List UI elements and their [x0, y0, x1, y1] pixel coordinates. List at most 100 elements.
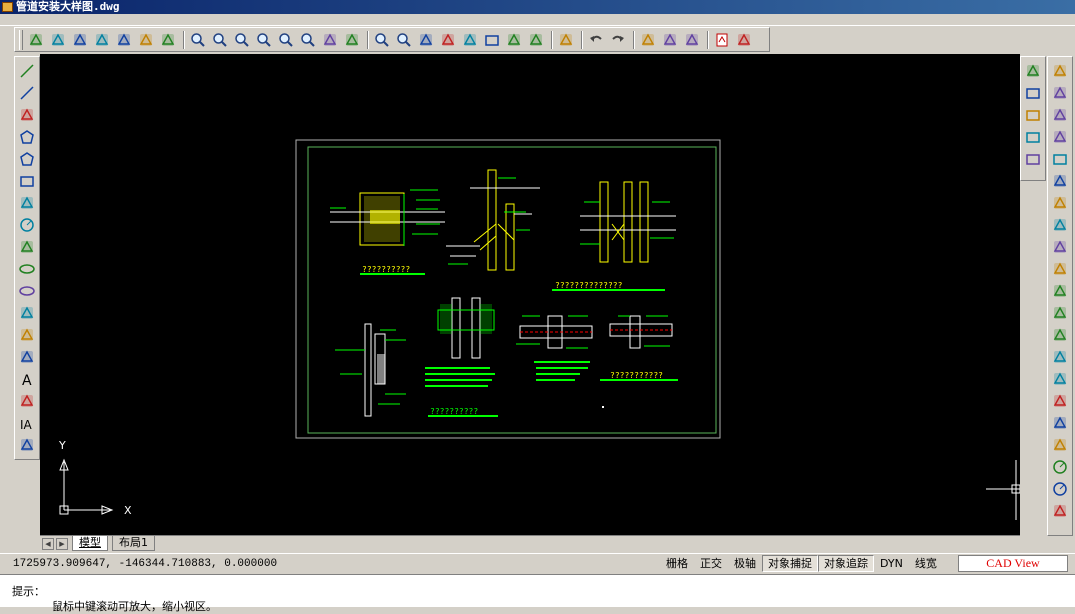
layer-move-icon[interactable]: [1023, 127, 1043, 147]
mode-toggle-2[interactable]: 极轴: [728, 555, 762, 572]
offset-icon[interactable]: [1050, 171, 1070, 191]
undo-icon[interactable]: [586, 30, 606, 50]
ellipse-arc-icon[interactable]: [17, 281, 37, 301]
pencil-icon[interactable]: [504, 30, 524, 50]
toolbar-separator: [707, 30, 709, 49]
rectangle-icon[interactable]: [17, 171, 37, 191]
open-folder-icon[interactable]: [70, 30, 90, 50]
title-bar: 管道安装大样图.dwg: [0, 0, 1075, 14]
print-icon[interactable]: [638, 30, 658, 50]
line-icon[interactable]: [17, 61, 37, 81]
detail-horizontal-sleeve: [516, 315, 593, 381]
array-icon[interactable]: [1050, 193, 1070, 213]
save-icon[interactable]: [114, 30, 134, 50]
point-icon[interactable]: [17, 303, 37, 323]
dim-diameter-icon[interactable]: [1050, 479, 1070, 499]
region-icon[interactable]: [1050, 149, 1070, 169]
detail-double-riser: [552, 181, 676, 291]
circle-icon[interactable]: [17, 215, 37, 235]
chamfer-icon[interactable]: [1050, 369, 1070, 389]
hatch-icon[interactable]: [17, 391, 37, 411]
copy-object-icon[interactable]: [1050, 83, 1070, 103]
pen-icon[interactable]: [438, 30, 458, 50]
new-file-icon[interactable]: [26, 30, 46, 50]
xline-icon[interactable]: [17, 83, 37, 103]
zoom-in-icon[interactable]: [372, 30, 392, 50]
caption-3: ???????????: [610, 371, 663, 380]
command-area[interactable]: 提示： 鼠标中键滚动可放大，缩小视区。: [0, 574, 1075, 613]
tab-next-button[interactable]: ▶: [56, 537, 68, 550]
rotate-icon[interactable]: [1050, 127, 1070, 147]
mirror-icon[interactable]: [1050, 215, 1070, 235]
pencil-edit-icon[interactable]: [1050, 61, 1070, 81]
layers-icon[interactable]: [482, 30, 502, 50]
explode-icon[interactable]: [1050, 347, 1070, 367]
polygon-icon[interactable]: [17, 127, 37, 147]
mode-toggle-0[interactable]: 栅格: [660, 555, 694, 572]
text-icon[interactable]: A: [17, 369, 37, 389]
tab-layout1[interactable]: 布局1: [112, 536, 155, 551]
join-icon[interactable]: [1050, 391, 1070, 411]
break-icon[interactable]: [1050, 303, 1070, 323]
coordinate-readout: 1725973.909647, -146344.710883, 0.000000: [13, 558, 278, 570]
table-icon[interactable]: [17, 435, 37, 455]
ellipse-icon[interactable]: [17, 259, 37, 279]
erase-icon[interactable]: [556, 30, 576, 50]
cut-icon[interactable]: [136, 30, 156, 50]
dim-angular-icon[interactable]: [1050, 501, 1070, 521]
mode-toggle-3[interactable]: 对象捕捉: [762, 555, 818, 572]
brush-icon[interactable]: [342, 30, 362, 50]
polyline-icon[interactable]: [17, 105, 37, 125]
extend-icon[interactable]: [1050, 325, 1070, 345]
properties-icon[interactable]: [526, 30, 546, 50]
dim-radius-icon[interactable]: [1050, 457, 1070, 477]
toolbar-separator: [367, 30, 369, 49]
mode-toggle-5[interactable]: DYN: [874, 555, 909, 572]
redo-icon[interactable]: [608, 30, 628, 50]
dim-linear-icon[interactable]: [1050, 413, 1070, 433]
window-title: 管道安装大样图.dwg: [16, 0, 120, 13]
draw-toolbar: A IA: [14, 56, 40, 460]
pdf-icon[interactable]: [712, 30, 732, 50]
toolbar-grip[interactable]: [19, 29, 23, 50]
dim-aligned-icon[interactable]: [1050, 435, 1070, 455]
app-icon: [2, 2, 13, 12]
tab-prev-button[interactable]: ◀: [42, 537, 54, 550]
stretch-icon[interactable]: [1050, 237, 1070, 257]
move-icon[interactable]: [1050, 105, 1070, 125]
image-icon[interactable]: [734, 30, 754, 50]
mode-toggle-1[interactable]: 正交: [694, 555, 728, 572]
arc-icon[interactable]: [17, 193, 37, 213]
caption-2: ??????????????: [555, 281, 623, 290]
zoom-window-icon[interactable]: [188, 30, 208, 50]
drawing-canvas[interactable]: ?????????? ?????????????? ??????????? ??…: [40, 54, 1020, 535]
mode-toggle-4[interactable]: 对象追踪: [818, 555, 874, 572]
zoom-previous-icon[interactable]: [276, 30, 296, 50]
open-file-icon[interactable]: [48, 30, 68, 50]
make-block-icon[interactable]: [17, 347, 37, 367]
insert-block-icon[interactable]: [17, 325, 37, 345]
fillet-icon[interactable]: [1050, 281, 1070, 301]
copy-icon[interactable]: [158, 30, 178, 50]
publish-icon[interactable]: [682, 30, 702, 50]
paint-icon[interactable]: [460, 30, 480, 50]
zoom-scale-icon[interactable]: [298, 30, 318, 50]
trim-icon[interactable]: [1050, 259, 1070, 279]
layer-send-icon[interactable]: [1023, 149, 1043, 169]
dim-style-icon[interactable]: [1023, 61, 1043, 81]
recent-icon[interactable]: [92, 30, 112, 50]
tab-model[interactable]: 模型: [72, 536, 108, 551]
mtext-icon[interactable]: IA: [17, 413, 37, 433]
layer-copy-icon[interactable]: [1023, 105, 1043, 125]
zoom-realtime-icon[interactable]: [210, 30, 230, 50]
zoom-extents-icon[interactable]: [232, 30, 252, 50]
spline-icon[interactable]: [17, 237, 37, 257]
mode-toggle-6[interactable]: 线宽: [909, 555, 943, 572]
render-icon[interactable]: [660, 30, 680, 50]
light-icon[interactable]: [320, 30, 340, 50]
layer-prev-icon[interactable]: [1023, 83, 1043, 103]
pan-icon[interactable]: [416, 30, 436, 50]
zoom-all-icon[interactable]: [254, 30, 274, 50]
hexagon-icon[interactable]: [17, 149, 37, 169]
zoom-out-icon[interactable]: [394, 30, 414, 50]
